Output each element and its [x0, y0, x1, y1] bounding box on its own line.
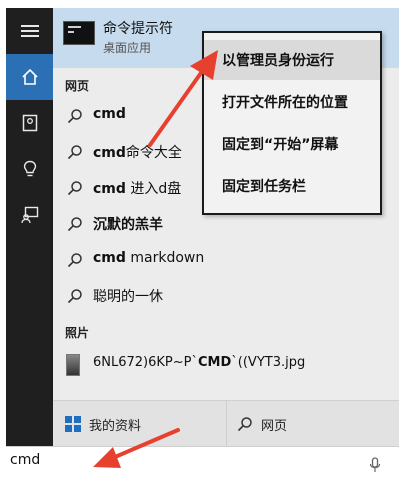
suggestion-text: 沉默的羔羊: [93, 217, 163, 233]
search-icon: [67, 145, 82, 160]
web-suggestion[interactable]: cmd markdown: [53, 245, 399, 275]
search-icon: [237, 417, 252, 432]
hamburger-menu-button[interactable]: [6, 8, 53, 54]
cmd-window-icon: [63, 21, 95, 45]
suggestion-text: 聪明的一休: [93, 289, 163, 305]
home-icon: [21, 68, 38, 85]
photo-result[interactable]: 6NL672)6KP~P`CMD`((VYT3.jpg: [53, 349, 399, 379]
suggestion-text: cmd markdown: [93, 250, 205, 266]
hamburger-icon: [20, 25, 39, 37]
menu-item-label: 固定到任务栏: [222, 179, 306, 195]
left-strip: [6, 8, 53, 480]
search-icon: [67, 181, 82, 196]
lightbulb-icon: [23, 160, 36, 177]
scope-bar: 我的资料 网页: [53, 400, 399, 447]
search-input-value: cmd: [10, 452, 41, 468]
menu-item-label: 以管理员身份运行: [222, 53, 334, 69]
run-as-admin-menu-item[interactable]: 以管理员身份运行: [204, 40, 380, 80]
my-stuff-button[interactable]: 我的资料: [53, 401, 225, 447]
best-match-subtitle: 桌面应用: [103, 41, 152, 55]
section-label-web: 网页: [65, 79, 90, 93]
menu-item-label: 打开文件所在的位置: [222, 95, 348, 111]
image-thumbnail-icon: [66, 354, 80, 376]
microphone-icon[interactable]: [369, 457, 381, 473]
photo-filename: 6NL672)6KP~P`CMD`((VYT3.jpg: [93, 355, 306, 370]
notebook-button[interactable]: [6, 100, 53, 146]
suggestion-text: cmd: [93, 106, 126, 122]
search-icon: [67, 253, 82, 268]
section-label-photos: 照片: [65, 326, 90, 340]
feedback-button[interactable]: [6, 192, 53, 238]
search-icon: [67, 217, 82, 232]
reminders-button[interactable]: [6, 146, 53, 192]
feedback-icon: [20, 206, 38, 224]
web-suggestion[interactable]: 聪明的一休: [53, 281, 399, 311]
web-scope-label: 网页: [261, 418, 288, 434]
search-input[interactable]: cmd: [6, 446, 399, 481]
suggestion-text: cmd命令大全: [93, 145, 182, 161]
context-menu: 以管理员身份运行 打开文件所在的位置 固定到“开始”屏幕 固定到任务栏: [202, 31, 382, 215]
pin-to-taskbar-menu-item[interactable]: 固定到任务栏: [204, 166, 380, 206]
open-file-location-menu-item[interactable]: 打开文件所在的位置: [204, 82, 380, 122]
search-icon: [67, 109, 82, 124]
home-button[interactable]: [6, 54, 53, 100]
best-match-title: 命令提示符: [103, 21, 173, 37]
windows-logo-icon: [65, 416, 81, 432]
pin-to-start-menu-item[interactable]: 固定到“开始”屏幕: [204, 124, 380, 164]
search-icon: [67, 289, 82, 304]
my-stuff-label: 我的资料: [89, 418, 142, 434]
web-scope-button[interactable]: 网页: [226, 401, 400, 447]
suggestion-text: cmd 进入d盘: [93, 181, 182, 197]
menu-item-label: 固定到“开始”屏幕: [222, 137, 339, 153]
notebook-icon: [22, 114, 37, 132]
